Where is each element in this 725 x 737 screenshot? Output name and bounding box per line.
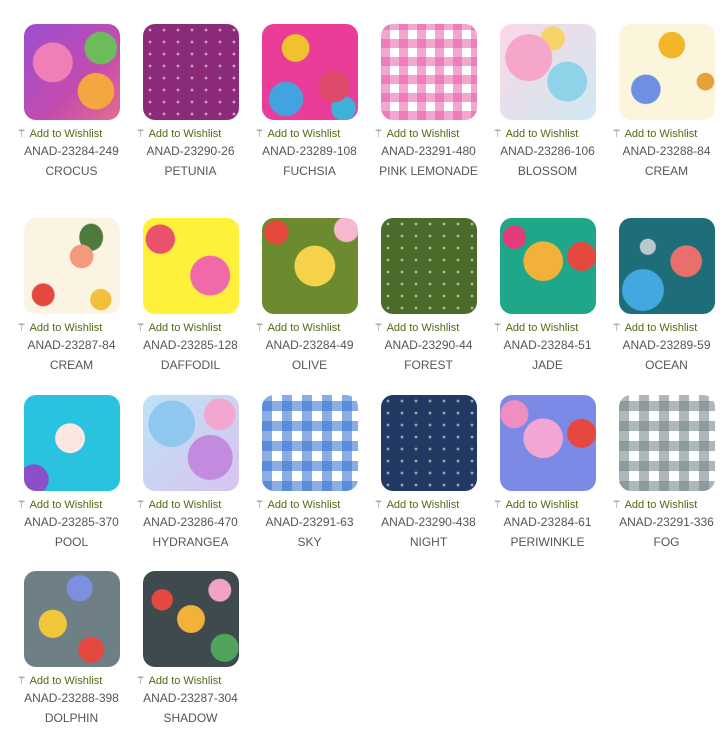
swatch-image-shadow[interactable]	[143, 571, 239, 667]
magic-wand-icon: ⚚	[611, 321, 622, 334]
product-code: ANAD-23289-59	[622, 338, 711, 352]
wishlist-label: Add to Wishlist	[267, 499, 341, 511]
add-to-wishlist-button[interactable]: ⚚ Add to Wishlist	[595, 126, 714, 142]
wishlist-label: Add to Wishlist	[624, 499, 698, 511]
add-to-wishlist-button[interactable]: ⚚ Add to Wishlist	[119, 497, 238, 513]
wishlist-label: Add to Wishlist	[29, 499, 103, 511]
wishlist-label: Add to Wishlist	[505, 128, 579, 140]
wishlist-label: Add to Wishlist	[386, 128, 460, 140]
swatch-image-crocus[interactable]	[24, 24, 120, 120]
magic-wand-icon: ⚚	[254, 498, 265, 511]
magic-wand-icon: ⚚	[16, 127, 27, 140]
product-name: FOG	[653, 535, 680, 549]
swatch-image-periwinkle[interactable]	[500, 395, 596, 491]
product-code: ANAD-23287-304	[143, 691, 238, 705]
swatch-image-night[interactable]	[381, 395, 477, 491]
swatch-image-pink-lemonade[interactable]	[381, 24, 477, 120]
add-to-wishlist-button[interactable]: ⚚ Add to Wishlist	[0, 126, 119, 142]
add-to-wishlist-button[interactable]: ⚚ Add to Wishlist	[357, 497, 476, 513]
magic-wand-icon: ⚚	[373, 498, 384, 511]
wishlist-label: Add to Wishlist	[624, 128, 698, 140]
magic-wand-icon: ⚚	[492, 321, 503, 334]
product-name: OCEAN	[645, 358, 688, 372]
wishlist-label: Add to Wishlist	[267, 128, 341, 140]
add-to-wishlist-button[interactable]: ⚚ Add to Wishlist	[238, 497, 357, 513]
magic-wand-icon: ⚚	[254, 127, 265, 140]
add-to-wishlist-button[interactable]: ⚚ Add to Wishlist	[0, 497, 119, 513]
magic-wand-icon: ⚚	[135, 127, 146, 140]
swatch-image-cream-flowers[interactable]	[619, 24, 715, 120]
swatch-image-cream-cats[interactable]	[24, 218, 120, 314]
product-code: ANAD-23291-336	[619, 515, 714, 529]
swatch-image-jade[interactable]	[500, 218, 596, 314]
magic-wand-icon: ⚚	[135, 674, 146, 687]
wishlist-label: Add to Wishlist	[267, 322, 341, 334]
swatch-image-blossom[interactable]	[500, 24, 596, 120]
add-to-wishlist-button[interactable]: ⚚ Add to Wishlist	[0, 673, 119, 689]
swatch-image-sky[interactable]	[262, 395, 358, 491]
add-to-wishlist-button[interactable]: ⚚ Add to Wishlist	[119, 673, 238, 689]
product-name: CREAM	[644, 164, 689, 178]
add-to-wishlist-button[interactable]: ⚚ Add to Wishlist	[238, 126, 357, 142]
wishlist-label: Add to Wishlist	[386, 322, 460, 334]
add-to-wishlist-button[interactable]: ⚚ Add to Wishlist	[119, 126, 238, 142]
add-to-wishlist-button[interactable]: ⚚ Add to Wishlist	[357, 320, 476, 336]
product-code: ANAD-23288-84	[622, 144, 711, 158]
magic-wand-icon: ⚚	[611, 498, 622, 511]
magic-wand-icon: ⚚	[611, 127, 622, 140]
magic-wand-icon: ⚚	[16, 321, 27, 334]
magic-wand-icon: ⚚	[135, 321, 146, 334]
magic-wand-icon: ⚚	[492, 498, 503, 511]
product-name: SHADOW	[163, 711, 218, 725]
wishlist-label: Add to Wishlist	[386, 499, 460, 511]
wishlist-label: Add to Wishlist	[505, 499, 579, 511]
add-to-wishlist-button[interactable]: ⚚ Add to Wishlist	[119, 320, 238, 336]
wishlist-label: Add to Wishlist	[29, 675, 103, 687]
wishlist-label: Add to Wishlist	[624, 322, 698, 334]
add-to-wishlist-button[interactable]: ⚚ Add to Wishlist	[595, 320, 714, 336]
add-to-wishlist-button[interactable]: ⚚ Add to Wishlist	[357, 126, 476, 142]
swatch-image-dolphin[interactable]	[24, 571, 120, 667]
wishlist-label: Add to Wishlist	[29, 322, 103, 334]
fabric-swatch-grid: ⚚ Add to Wishlist ANAD-23284-249 CROCUS …	[0, 0, 725, 737]
wishlist-label: Add to Wishlist	[148, 675, 222, 687]
swatch-image-daffodil[interactable]	[143, 218, 239, 314]
magic-wand-icon: ⚚	[16, 674, 27, 687]
wishlist-label: Add to Wishlist	[148, 128, 222, 140]
magic-wand-icon: ⚚	[16, 498, 27, 511]
swatch-image-forest[interactable]	[381, 218, 477, 314]
wishlist-label: Add to Wishlist	[148, 322, 222, 334]
swatch-image-fog[interactable]	[619, 395, 715, 491]
add-to-wishlist-button[interactable]: ⚚ Add to Wishlist	[476, 126, 595, 142]
add-to-wishlist-button[interactable]: ⚚ Add to Wishlist	[476, 320, 595, 336]
wishlist-label: Add to Wishlist	[29, 128, 103, 140]
add-to-wishlist-button[interactable]: ⚚ Add to Wishlist	[595, 497, 714, 513]
add-to-wishlist-button[interactable]: ⚚ Add to Wishlist	[238, 320, 357, 336]
wishlist-label: Add to Wishlist	[148, 499, 222, 511]
magic-wand-icon: ⚚	[492, 127, 503, 140]
magic-wand-icon: ⚚	[254, 321, 265, 334]
magic-wand-icon: ⚚	[135, 498, 146, 511]
wishlist-label: Add to Wishlist	[505, 322, 579, 334]
swatch-image-fuchsia[interactable]	[262, 24, 358, 120]
add-to-wishlist-button[interactable]: ⚚ Add to Wishlist	[476, 497, 595, 513]
magic-wand-icon: ⚚	[373, 127, 384, 140]
swatch-image-petunia[interactable]	[143, 24, 239, 120]
magic-wand-icon: ⚚	[373, 321, 384, 334]
add-to-wishlist-button[interactable]: ⚚ Add to Wishlist	[0, 320, 119, 336]
swatch-image-ocean[interactable]	[619, 218, 715, 314]
swatch-image-olive[interactable]	[262, 218, 358, 314]
swatch-image-hydrangea[interactable]	[143, 395, 239, 491]
swatch-image-pool[interactable]	[24, 395, 120, 491]
